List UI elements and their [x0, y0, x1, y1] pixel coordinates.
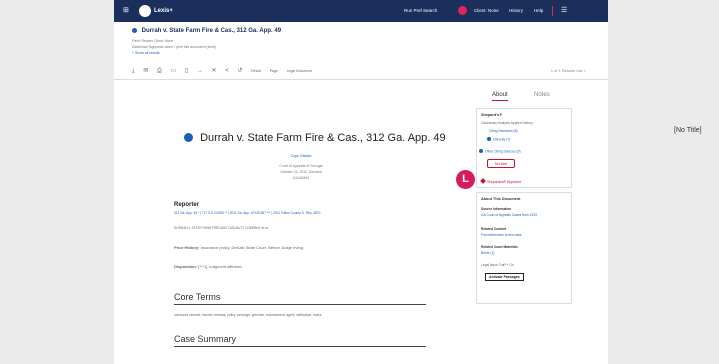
- disposition-text: [***1] Judgment affirmed.: [198, 264, 243, 269]
- disposition-label: Disposition:: [174, 264, 198, 269]
- download-icon[interactable]: ⤓: [132, 68, 135, 74]
- cited-by-icon: [487, 137, 491, 141]
- about-doc-heading: About This Document: [481, 197, 521, 201]
- court-name: Court of Appeals of Georgia: [279, 164, 323, 168]
- prior-history-label: Prior History:: [174, 245, 200, 250]
- document-sub-info: Field: Reader Client: None: [132, 39, 174, 43]
- tab-about[interactable]: About: [492, 92, 508, 101]
- folder-icon[interactable]: ▭: [171, 68, 177, 74]
- related-content-link[interactable]: Find references to this case: [481, 233, 522, 237]
- copy-citation-link[interactable]: Copy Citation: [226, 154, 376, 158]
- document-page: Durrah v. State Farm Fire & Cas., 312 Ga…: [114, 80, 608, 364]
- result-dropdown[interactable]: Result: [251, 69, 261, 73]
- about-document-panel: About This Document Source Information G…: [476, 192, 572, 304]
- other-sources-icon: [479, 149, 483, 153]
- core-terms-heading: Core Terms: [174, 292, 426, 305]
- lexis-logo-text[interactable]: Lexis+: [154, 8, 173, 14]
- page-dropdown[interactable]: Page: [270, 69, 278, 73]
- reporter-heading: Reporter: [174, 202, 200, 208]
- activate-passages-button[interactable]: Activate Passages: [485, 273, 524, 281]
- save-icon[interactable]: ▯: [185, 68, 188, 74]
- document-sub-signposts[interactable]: Additional Signposts when I print this d…: [132, 45, 216, 49]
- close-icon[interactable]: ✕: [212, 68, 217, 74]
- lexis-logo-icon[interactable]: [139, 5, 151, 17]
- notification-badge[interactable]: [458, 6, 467, 15]
- nav-client[interactable]: Client: None: [474, 8, 499, 13]
- legal-document-dropdown[interactable]: Legal Document: [287, 69, 313, 73]
- document-title: Durrah v. State Farm Fire & Cas., 312 Ga…: [141, 28, 282, 35]
- case-title-text: Durrah v. State Farm Fire & Cas., 312 Ga…: [200, 132, 446, 144]
- nav-help[interactable]: Help: [534, 8, 543, 13]
- lexis-assistant-badge[interactable]: L: [456, 170, 475, 189]
- no-title-label: [No Title]: [674, 127, 702, 134]
- share-icon[interactable]: <: [225, 68, 229, 74]
- docket-number: A11A0954: [292, 176, 310, 180]
- parties-line: DURRAH v. STATE FARM FIRE AND CASUALTY C…: [174, 226, 269, 230]
- case-title: Durrah v. State Farm Fire & Cas., 312 Ga…: [184, 132, 446, 144]
- info-icon[interactable]: [184, 133, 193, 142]
- top-nav-bar: ⊞ Lexis+ Run Pref Search Client: None Hi…: [114, 0, 608, 22]
- history-icon[interactable]: ↺: [237, 68, 242, 74]
- shepards-analysis: Cautionary Analysis Applied History: [481, 121, 533, 125]
- grid-menu-icon[interactable]: ⊞: [123, 7, 131, 15]
- shepards-icon: [480, 178, 486, 184]
- briefs-link[interactable]: Briefs (1): [481, 251, 494, 255]
- document-toolbar: ⤓ ✉ ⎙ ▭ ▯ → ✕ < ↺ Result Page Legal Docu…: [132, 67, 319, 75]
- source-info-link[interactable]: GA Court of Appeals Cases from 1933: [481, 213, 537, 217]
- show-all-results-link[interactable]: + Show all results: [132, 51, 160, 55]
- print-icon[interactable]: ⎙: [157, 68, 162, 74]
- shepards-heading: Shepard's®: [481, 113, 503, 117]
- other-citing-sources-link[interactable]: Other Citing Sources (9): [479, 149, 521, 154]
- source-info-label: Source Information: [481, 207, 512, 211]
- legal-issue-trail[interactable]: Legal Issue Trail™ On: [481, 263, 514, 267]
- cited-by-link[interactable]: Cited By (7): [487, 137, 510, 142]
- nav-history[interactable]: History: [509, 8, 523, 13]
- nav-run-pref-search[interactable]: Run Pref Search: [404, 8, 437, 13]
- related-content-label: Related Content: [481, 227, 507, 231]
- shepardize-approved[interactable]: Shepardize® Approved: [480, 178, 521, 184]
- set-alert-button[interactable]: Set Alert: [487, 159, 515, 168]
- document-title-row: Durrah v. State Farm Fire & Cas., 312 Ga…: [132, 28, 281, 34]
- document-header: Durrah v. State Farm Fire & Cas., 312 Ga…: [114, 22, 608, 80]
- related-court-label: Related Court Materials: [481, 245, 518, 249]
- disposition: Disposition: [***1] Judgment affirmed.: [174, 264, 243, 269]
- arrow-icon[interactable]: →: [197, 68, 203, 74]
- case-summary-heading: Case Summary: [174, 334, 426, 347]
- prior-history-text: Insurance policy. DeKalb State Court. Be…: [200, 245, 305, 250]
- prior-history: Prior History: Insurance policy. DeKalb …: [174, 245, 304, 250]
- results-pagination[interactable]: 1 of 1 Results List >: [551, 68, 586, 73]
- user-menu-icon[interactable]: ☰: [561, 6, 567, 14]
- citing-decisions-link[interactable]: Citing Decisions (8): [489, 129, 518, 133]
- reporter-citations[interactable]: 312 Ga. App. 49 * | 717 S.E.2d 555 ** | …: [174, 211, 320, 215]
- decision-date: October 24, 2011, Decided: [280, 170, 322, 174]
- shepards-panel: Shepard's® Cautionary Analysis Applied H…: [476, 108, 572, 188]
- tab-notes[interactable]: Notes: [534, 92, 550, 98]
- nav-divider: [552, 6, 553, 16]
- email-icon[interactable]: ✉: [143, 68, 148, 74]
- core-terms-text: uninsured motorist, insured, renewal, po…: [174, 313, 322, 317]
- shepards-signal-icon: [132, 28, 137, 33]
